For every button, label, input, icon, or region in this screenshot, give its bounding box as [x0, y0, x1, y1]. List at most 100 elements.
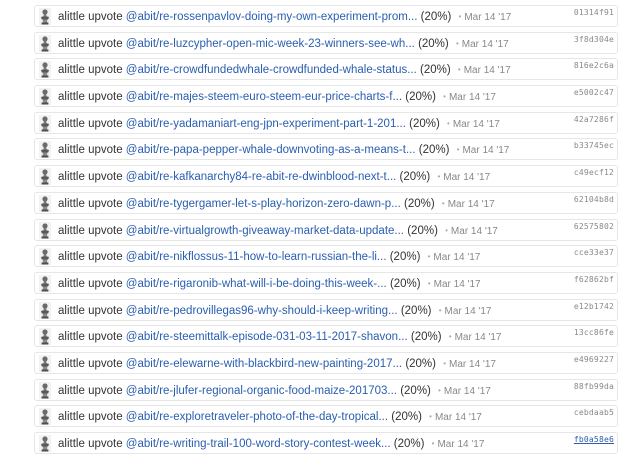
- avatar-bust-icon[interactable]: [39, 301, 51, 319]
- transaction-id-link[interactable]: e12b1742: [574, 302, 614, 311]
- vote-percent: (20%): [399, 171, 431, 184]
- post-link[interactable]: @abit/re-writing-trail-100-word-story-co…: [126, 438, 391, 450]
- operation-row: alittle upvote @abit/re-virtualgrowth-gi…: [34, 218, 618, 241]
- operation-date: Mar 14 '17: [434, 412, 482, 424]
- avatar-bust-icon[interactable]: [39, 61, 51, 79]
- vote-percent: (20%): [400, 304, 432, 317]
- post-link[interactable]: @abit/re-nikflossus-11-how-to-learn-russ…: [126, 251, 387, 263]
- avatar-bust-icon[interactable]: [39, 34, 51, 52]
- transaction-id-link[interactable]: f62862bf: [574, 275, 614, 284]
- avatar-bust-icon[interactable]: [39, 354, 51, 372]
- operation-date: Mar 14 '17: [464, 12, 512, 23]
- post-link[interactable]: @abit/re-virtualgrowth-giveaway-market-d…: [126, 225, 404, 237]
- voter-name[interactable]: alittle: [58, 225, 85, 237]
- separator-dot: •: [438, 305, 442, 315]
- post-link[interactable]: @abit/re-steemittalk-episode-031-03-11-2…: [126, 331, 408, 343]
- operation-row: alittle upvote @abit/re-luzcypher-open-m…: [34, 31, 618, 54]
- operation-action: upvote: [88, 411, 123, 424]
- operation-date: Mar 14 '17: [454, 332, 502, 344]
- voter-name[interactable]: alittle: [58, 331, 85, 343]
- avatar-bust-icon[interactable]: [39, 435, 51, 452]
- separator-dot: •: [445, 225, 448, 235]
- avatar-bust-icon[interactable]: [39, 8, 51, 25]
- operation-action: upvote: [88, 64, 123, 77]
- voter-name[interactable]: alittle: [58, 171, 85, 183]
- avatar-bust-icon[interactable]: [39, 88, 51, 106]
- operation-row: alittle upvote @abit/re-yadamaniart-eng-…: [34, 111, 618, 134]
- operation-text: alittle upvote @abit/re-jlufer-regional-…: [58, 383, 491, 399]
- voter-name[interactable]: alittle: [58, 358, 85, 370]
- transaction-id-link[interactable]: 3f8d304e: [574, 35, 614, 44]
- voter-name[interactable]: alittle: [58, 64, 85, 76]
- post-link[interactable]: @abit/re-elewarne-with-blackbird-new-pai…: [126, 358, 402, 370]
- avatar-bust-icon[interactable]: [39, 141, 51, 159]
- post-link[interactable]: @abit/re-majes-steem-euro-steem-eur-pric…: [126, 91, 402, 103]
- voter-name[interactable]: alittle: [58, 198, 85, 210]
- operation-row: alittle upvote @abit/re-writing-trail-10…: [34, 432, 618, 454]
- operation-action: upvote: [88, 91, 123, 104]
- operation-action: upvote: [88, 144, 123, 157]
- operation-row: alittle upvote @abit/re-rigaronib-what-w…: [34, 271, 618, 294]
- voter-name[interactable]: alittle: [58, 91, 85, 103]
- voter-name[interactable]: alittle: [58, 438, 85, 450]
- vote-percent: (20%): [418, 144, 450, 157]
- transaction-id-link[interactable]: b33745ec: [574, 141, 614, 150]
- voter-name[interactable]: alittle: [58, 11, 85, 23]
- transaction-id-link[interactable]: cce33e37: [574, 248, 614, 257]
- operation-text: alittle upvote @abit/re-papa-pepper-whal…: [58, 142, 509, 158]
- transaction-id-link[interactable]: 88fb99da: [574, 382, 614, 391]
- operation-row: alittle upvote @abit/re-jlufer-regional-…: [34, 378, 618, 401]
- vote-percent: (20%): [400, 384, 431, 397]
- post-link[interactable]: @abit/re-rigaronib-what-will-i-be-doing-…: [126, 278, 387, 290]
- operation-action: upvote: [88, 357, 123, 370]
- transaction-id-link[interactable]: 62104b8d: [574, 195, 614, 204]
- separator-dot: •: [431, 439, 435, 448]
- voter-name[interactable]: alittle: [58, 385, 85, 397]
- avatar-bust-icon[interactable]: [39, 221, 51, 239]
- post-link[interactable]: @abit/re-crowdfundedwhale-crowdfunded-wh…: [126, 64, 417, 76]
- post-link[interactable]: @abit/re-papa-pepper-whale-downvoting-as…: [126, 144, 416, 156]
- transaction-id-link[interactable]: 816e2c6a: [574, 61, 614, 70]
- operation-action: upvote: [88, 117, 123, 130]
- post-link[interactable]: @abit/re-exploretraveler-photo-of-the-da…: [126, 411, 388, 423]
- post-link[interactable]: @abit/re-jlufer-regional-organic-food-ma…: [126, 385, 397, 397]
- transaction-id-link[interactable]: 42a7286f: [574, 115, 614, 124]
- avatar-bust-icon[interactable]: [39, 194, 51, 212]
- operation-text: alittle upvote @abit/re-pedrovillegas96-…: [58, 303, 491, 319]
- transaction-id-link[interactable]: cebdaab5: [574, 408, 614, 417]
- operation-action: upvote: [88, 438, 123, 450]
- transaction-id-link[interactable]: 01314f91: [574, 8, 614, 17]
- transaction-id-link[interactable]: 62575802: [574, 222, 614, 231]
- transaction-id-link[interactable]: fb0a58e6: [574, 435, 614, 444]
- avatar-bust-icon[interactable]: [39, 168, 51, 186]
- post-link[interactable]: @abit/re-tygergamer-let-s-play-horizon-z…: [126, 198, 401, 210]
- avatar-bust-icon[interactable]: [39, 408, 51, 426]
- voter-name[interactable]: alittle: [58, 278, 85, 290]
- voter-name[interactable]: alittle: [58, 118, 85, 130]
- operation-row: alittle upvote @abit/re-crowdfundedwhale…: [34, 58, 618, 81]
- avatar-bust-icon[interactable]: [39, 114, 51, 132]
- post-link[interactable]: @abit/re-yadamaniart-eng-jpn-experiment-…: [126, 118, 406, 130]
- voter-name[interactable]: alittle: [58, 144, 85, 156]
- operation-text: alittle upvote @abit/re-virtualgrowth-gi…: [58, 223, 498, 239]
- operation-row: alittle upvote @abit/re-pedrovillegas96-…: [34, 298, 618, 321]
- transaction-id-link[interactable]: e4969227: [574, 355, 614, 364]
- voter-name[interactable]: alittle: [58, 305, 85, 317]
- transaction-id-link[interactable]: e5002c47: [574, 88, 614, 97]
- voter-name[interactable]: alittle: [58, 251, 85, 263]
- voter-name[interactable]: alittle: [58, 411, 85, 423]
- avatar-bust-icon[interactable]: [39, 248, 51, 266]
- voter-name[interactable]: alittle: [58, 38, 85, 50]
- avatar-bust-icon[interactable]: [39, 274, 51, 292]
- operation-action: upvote: [88, 197, 123, 210]
- operation-date: Mar 14 '17: [463, 65, 511, 77]
- post-link[interactable]: @abit/re-luzcypher-open-mic-week-23-winn…: [126, 38, 415, 50]
- transaction-id-link[interactable]: 13cc86fe: [574, 328, 614, 337]
- transaction-id-link[interactable]: c49ecf12: [574, 168, 614, 177]
- post-link[interactable]: @abit/re-kafkanarchy84-re-abit-re-dwinbl…: [126, 171, 397, 183]
- post-link[interactable]: @abit/re-pedrovillegas96-why-should-i-ke…: [126, 305, 398, 317]
- avatar-bust-icon[interactable]: [39, 381, 51, 399]
- post-link[interactable]: @abit/re-rossenpavlov-doing-my-own-exper…: [126, 11, 418, 23]
- avatar-bust-icon[interactable]: [39, 328, 51, 346]
- operations-list: alittle upvote @abit/re-rossenpavlov-doi…: [34, 5, 618, 459]
